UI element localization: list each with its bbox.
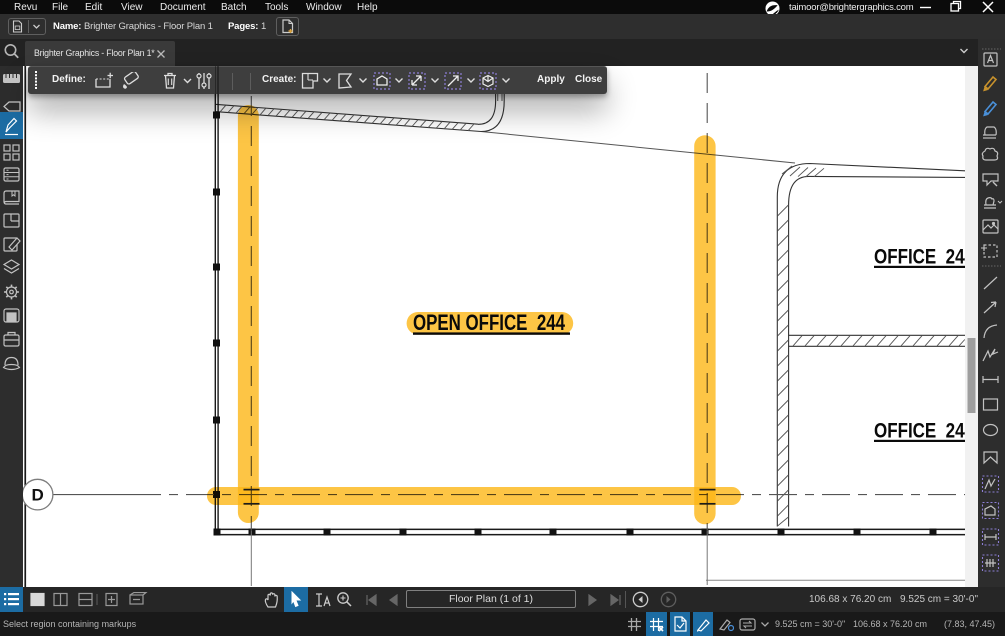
svg-text:OPEN OFFICE 244: OPEN OFFICE 244	[413, 310, 566, 335]
svg-text:OFFICE 244: OFFICE 244	[874, 246, 974, 269]
svg-text:OFFICE 244: OFFICE 244	[874, 420, 974, 443]
svg-text:D: D	[31, 486, 43, 505]
